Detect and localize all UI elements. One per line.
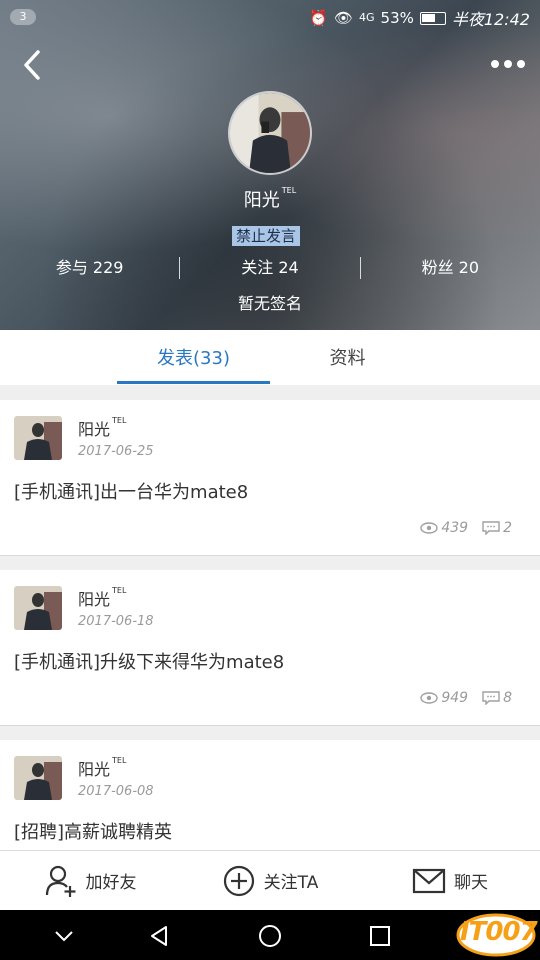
post-date: 2017-06-25 — [78, 444, 154, 459]
it007-logo: IT007 — [452, 905, 538, 960]
post-item[interactable]: 阳光 TEL 2017-06-25 [手机通讯]出一台华为mate8 439 2 — [0, 400, 540, 556]
username-tag: TEL — [281, 186, 297, 195]
profile-avatar[interactable] — [228, 91, 312, 175]
notification-badge: 3 — [10, 9, 36, 25]
back-arrow-icon[interactable] — [18, 48, 48, 82]
status-icons: ⏰ 👁 4G 53% 半夜12:42 — [309, 6, 530, 30]
alarm-icon: ⏰ — [309, 9, 328, 27]
comment-icon — [482, 691, 500, 705]
chat-button[interactable]: 聊天 — [360, 851, 540, 910]
back-triangle-icon[interactable] — [146, 922, 174, 950]
profile-signature: 暂无签名 — [237, 294, 302, 313]
tab-posts[interactable]: 发表(33) — [117, 344, 270, 370]
post-avatar[interactable] — [14, 586, 62, 630]
post-date: 2017-06-08 — [78, 784, 154, 799]
stat-fans[interactable]: 粉丝 20 — [361, 256, 540, 280]
avatar-photo-icon — [14, 586, 62, 630]
post-username: 阳光 TEL — [78, 586, 127, 609]
more-options-icon[interactable] — [488, 54, 528, 74]
status-bar: 3 ⏰ 👁 4G 53% 半夜12:42 — [0, 0, 540, 34]
post-item[interactable]: 阳光 TEL 2017-06-08 [招聘]高薪诚聘精英 — [0, 740, 540, 850]
active-tab-indicator — [117, 381, 270, 384]
eye-icon: 👁 — [333, 9, 353, 27]
profile-action-bar: 加好友 关注TA 聊天 — [0, 850, 540, 910]
comments-count: 2 — [482, 520, 512, 536]
signal-icon: 4G — [359, 11, 375, 24]
post-username: 阳光 TEL — [78, 416, 127, 439]
post-meta: 439 2 — [420, 520, 512, 536]
post-date: 2017-06-18 — [78, 614, 154, 629]
clock: 半夜12:42 — [451, 10, 530, 29]
profile-header: 3 ⏰ 👁 4G 53% 半夜12:42 阳光 TEL 禁止发言 参与 229 … — [0, 0, 540, 330]
post-meta: 949 8 — [420, 690, 512, 706]
stat-divider — [359, 257, 361, 279]
battery-icon — [419, 11, 446, 25]
mail-icon — [412, 868, 446, 893]
battery-percent: 53% — [380, 9, 414, 27]
profile-tabs: 发表(33) 资料 — [0, 330, 540, 385]
eye-icon — [420, 522, 439, 534]
views-count: 949 — [420, 690, 468, 706]
profile-username: 阳光 TEL — [243, 186, 297, 211]
logo-text: IT007 — [460, 917, 538, 947]
post-avatar[interactable] — [14, 756, 62, 800]
post-title[interactable]: [招聘]高薪诚聘精英 — [14, 818, 172, 844]
avatar-photo-icon — [14, 416, 62, 460]
post-title[interactable]: [手机通讯]出一台华为mate8 — [14, 478, 248, 504]
comment-icon — [482, 521, 500, 535]
avatar-photo-icon — [230, 93, 310, 173]
home-circle-icon[interactable] — [256, 922, 284, 950]
tab-info[interactable]: 资料 — [300, 344, 395, 370]
post-title[interactable]: [手机通讯]升级下来得华为mate8 — [14, 648, 284, 674]
views-count: 439 — [420, 520, 468, 536]
comments-count: 8 — [482, 690, 512, 706]
add-user-icon — [45, 865, 75, 897]
stat-divider — [179, 257, 181, 279]
post-avatar[interactable] — [14, 416, 62, 460]
post-item[interactable]: 阳光 TEL 2017-06-18 [手机通讯]升级下来得华为mate8 949 … — [0, 570, 540, 726]
stat-following[interactable]: 关注 24 — [180, 256, 359, 280]
plus-circle-icon — [223, 865, 254, 896]
recents-square-icon[interactable] — [366, 922, 394, 950]
avatar-photo-icon — [14, 756, 62, 800]
banned-badge: 禁止发言 — [232, 226, 301, 246]
add-friend-button[interactable]: 加好友 — [0, 851, 180, 910]
profile-stats: 参与 229 关注 24 粉丝 20 — [0, 256, 540, 280]
eye-icon — [420, 692, 439, 704]
stat-participate[interactable]: 参与 229 — [0, 256, 179, 280]
post-username: 阳光 TEL — [78, 756, 127, 779]
chevron-down-icon[interactable] — [50, 922, 78, 950]
follow-button[interactable]: 关注TA — [180, 851, 360, 910]
